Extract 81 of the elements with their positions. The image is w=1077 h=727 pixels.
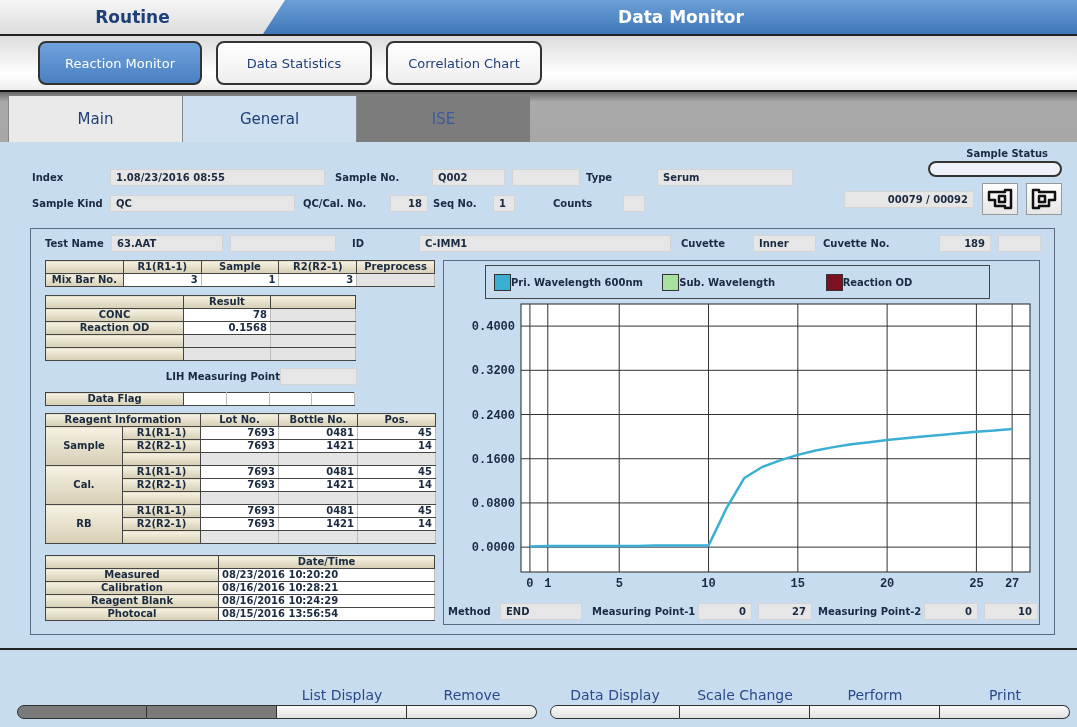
field-label: Sample Kind <box>32 197 104 209</box>
field-label: Cuvette No. <box>823 238 891 249</box>
seq-no-field: 1 <box>493 194 515 212</box>
field-label: Index <box>32 171 65 183</box>
measuring-point-field: 27 <box>758 603 812 620</box>
field-label: Sample Status <box>966 148 1048 159</box>
field-label: ID <box>352 238 366 249</box>
table-header: Result <box>183 295 271 309</box>
x-tick-label: 1 <box>544 577 552 591</box>
x-tick-label: 15 <box>790 577 806 591</box>
action-button[interactable]: Remove <box>407 681 537 719</box>
action-button[interactable]: Data Display <box>550 681 680 719</box>
legend-label: Pri. Wavelength 600nm <box>511 276 643 288</box>
previous-button[interactable] <box>982 183 1018 215</box>
sample-no-field: Q002 <box>432 168 505 186</box>
field-label: QC/Cal. No. <box>303 197 368 209</box>
action-button[interactable]: Scale Change <box>680 681 810 719</box>
empty-field <box>998 235 1041 252</box>
table-header: Pos. <box>357 413 436 427</box>
row-header: RB <box>45 504 123 544</box>
row-header: Cal. <box>45 465 123 505</box>
position-field: 00079 / 00092 <box>844 190 974 208</box>
table-header: Preprocess <box>356 260 435 274</box>
y-tick-label: 0.0000 <box>471 541 515 556</box>
cuvette-field: Inner <box>753 235 816 252</box>
y-tick-label: 0.0800 <box>471 496 515 511</box>
table-header: Reagent Information <box>45 413 201 427</box>
table-header: R2(R2-1) <box>278 260 357 274</box>
cuvette-no-field: 189 <box>939 235 991 252</box>
x-tick-label: 20 <box>879 577 895 591</box>
field-label: Test Name <box>45 238 105 249</box>
test-name-field: 63.AAT <box>111 235 223 252</box>
counts-field <box>623 194 645 212</box>
y-tick-label: 0.3200 <box>471 364 515 379</box>
y-tick-label: 0.2400 <box>471 408 515 423</box>
view-button[interactable]: Data Statistics <box>216 41 372 85</box>
y-tick-label: 0.4000 <box>471 320 515 335</box>
x-tick-label: 0 <box>526 577 534 591</box>
measuring-point-field: 10 <box>984 603 1038 620</box>
field-label: LIH Measuring Point <box>164 371 280 382</box>
field-label: Measuring Point-1 <box>592 606 697 617</box>
type-field: Serum <box>657 168 793 186</box>
qc-cal-no-field: 18 <box>390 194 428 212</box>
method-field: END <box>500 603 582 620</box>
field-label: Method <box>448 606 492 617</box>
view-button[interactable]: Correlation Chart <box>386 41 542 85</box>
id-field: C-IMM1 <box>419 235 671 252</box>
sample-kind-field: QC <box>110 194 295 212</box>
action-button[interactable]: Perform <box>810 681 940 719</box>
x-tick-label: 5 <box>615 577 623 591</box>
field-label: Seq No. <box>433 197 478 209</box>
legend-label: Reaction OD <box>842 276 913 288</box>
table-header: Bottle No. <box>278 413 358 427</box>
index-field: 1.08/23/2016 08:55 <box>110 168 325 186</box>
field-label: Sample No. <box>335 171 401 183</box>
measuring-point-field: 0 <box>924 603 978 620</box>
measuring-point-field: 0 <box>698 603 752 620</box>
view-button[interactable]: Reaction Monitor <box>38 41 202 85</box>
y-tick-label: 0.1600 <box>471 452 515 467</box>
table-header: R1(R1-1) <box>123 260 202 274</box>
table-header: Sample <box>201 260 279 274</box>
table-header: Lot No. <box>200 413 279 427</box>
action-button[interactable]: Print <box>940 681 1070 719</box>
table-header: Date/Time <box>218 555 435 569</box>
next-button[interactable] <box>1026 183 1062 215</box>
field-label: Cuvette <box>681 238 727 249</box>
row-header: Data Flag <box>45 392 184 406</box>
field-label: Type <box>586 171 614 183</box>
section-title: Routine <box>95 7 170 27</box>
tab[interactable]: Main <box>8 96 182 142</box>
empty-field <box>512 168 580 186</box>
x-tick-label: 25 <box>969 577 984 591</box>
x-tick-label: 10 <box>701 577 716 591</box>
field-label: Counts <box>553 197 594 209</box>
row-header: Sample <box>45 426 123 466</box>
legend-label: Sub. Wavelength <box>679 276 776 288</box>
action-button[interactable]: List Display <box>277 681 407 719</box>
tab[interactable]: General <box>182 96 356 142</box>
x-tick-label: 27 <box>1004 577 1020 591</box>
field-label: Measuring Point-2 <box>818 606 923 617</box>
window-title: Data Monitor <box>617 7 745 27</box>
